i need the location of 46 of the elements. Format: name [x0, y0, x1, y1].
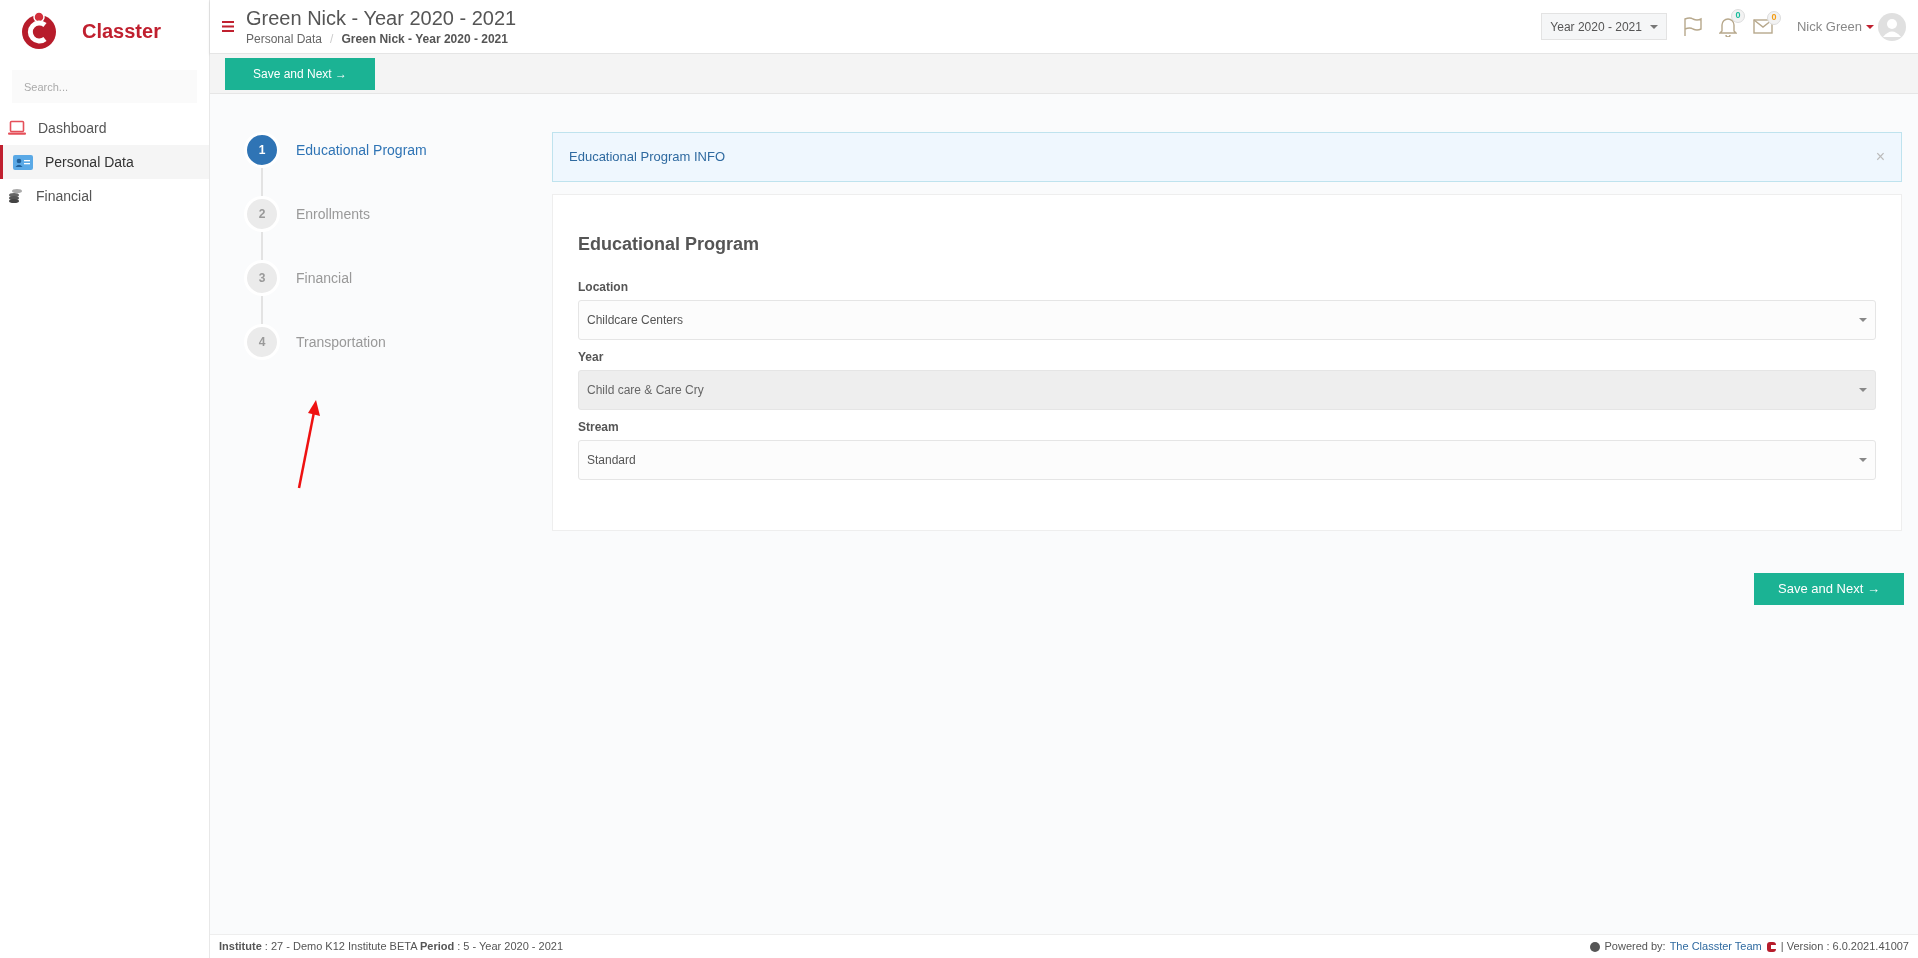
laptop-icon [8, 120, 26, 136]
select-field[interactable]: Standard [578, 440, 1876, 480]
version-text: | Version : 6.0.2021.41007 [1780, 939, 1909, 955]
select-field[interactable]: Childcare Centers [578, 300, 1876, 340]
logo-icon [20, 11, 58, 51]
coins-icon [8, 188, 24, 204]
count-badge: 0 [1766, 11, 1781, 25]
page-title: Green Nick - Year 2020 - 2021 [246, 5, 517, 30]
step-label[interactable]: Enrollments [296, 203, 370, 225]
envelope-icon[interactable] [1752, 19, 1773, 34]
step-label[interactable]: Financial [296, 267, 353, 289]
logo-icon [1765, 940, 1777, 953]
copyright-icon [1590, 941, 1601, 952]
count-badge: 0 [1730, 8, 1745, 23]
save-next-button[interactable]: Save and Next → [1754, 573, 1904, 605]
info-text: Educational Program INFO [569, 148, 726, 167]
search-field[interactable]: Search... [12, 70, 197, 103]
footer-info: Institute : 27 - Demo K12 Institute BETA Period : 5 - Year 2020 - 2021 [219, 939, 564, 955]
flag-icon[interactable] [1682, 16, 1703, 37]
bell-icon[interactable] [1718, 16, 1737, 37]
year-select[interactable]: Year 2020 - 2021 [1541, 13, 1667, 40]
step-label[interactable]: Educational Program [296, 139, 427, 161]
field-label: Location [578, 279, 629, 296]
user-name[interactable]: Nick Green [1796, 16, 1862, 37]
save-next-button[interactable]: Save and Next → [225, 57, 375, 90]
breadcrumb-link[interactable]: Personal Data [246, 29, 323, 48]
step-number[interactable]: 1 [244, 132, 280, 168]
field-label: Stream [578, 419, 620, 436]
caret-icon [1859, 458, 1867, 462]
step-label[interactable]: Transportation [296, 331, 386, 353]
breadcrumb-separator: / [330, 30, 334, 48]
caret-icon[interactable] [1866, 24, 1874, 29]
sidebar-item[interactable]: Financial [0, 179, 209, 213]
sidebar-item[interactable]: Personal Data [0, 145, 209, 179]
powered-by-text: Powered by: [1604, 939, 1666, 955]
breadcrumb-current: Green Nick - Year 2020 - 2021 [341, 30, 508, 48]
field-label: Year [578, 349, 605, 366]
form-title: Educational Program [578, 233, 761, 256]
menu-icon[interactable] [222, 21, 234, 32]
caret-icon [1859, 388, 1867, 392]
id-card-icon [13, 154, 33, 170]
team-link[interactable]: The Classter Team [1669, 938, 1762, 955]
caret-icon [1859, 318, 1867, 322]
brand-name: Classter [82, 19, 161, 44]
annotation-arrow-icon [296, 400, 322, 490]
sidebar-item[interactable]: Dashboard [0, 111, 209, 145]
